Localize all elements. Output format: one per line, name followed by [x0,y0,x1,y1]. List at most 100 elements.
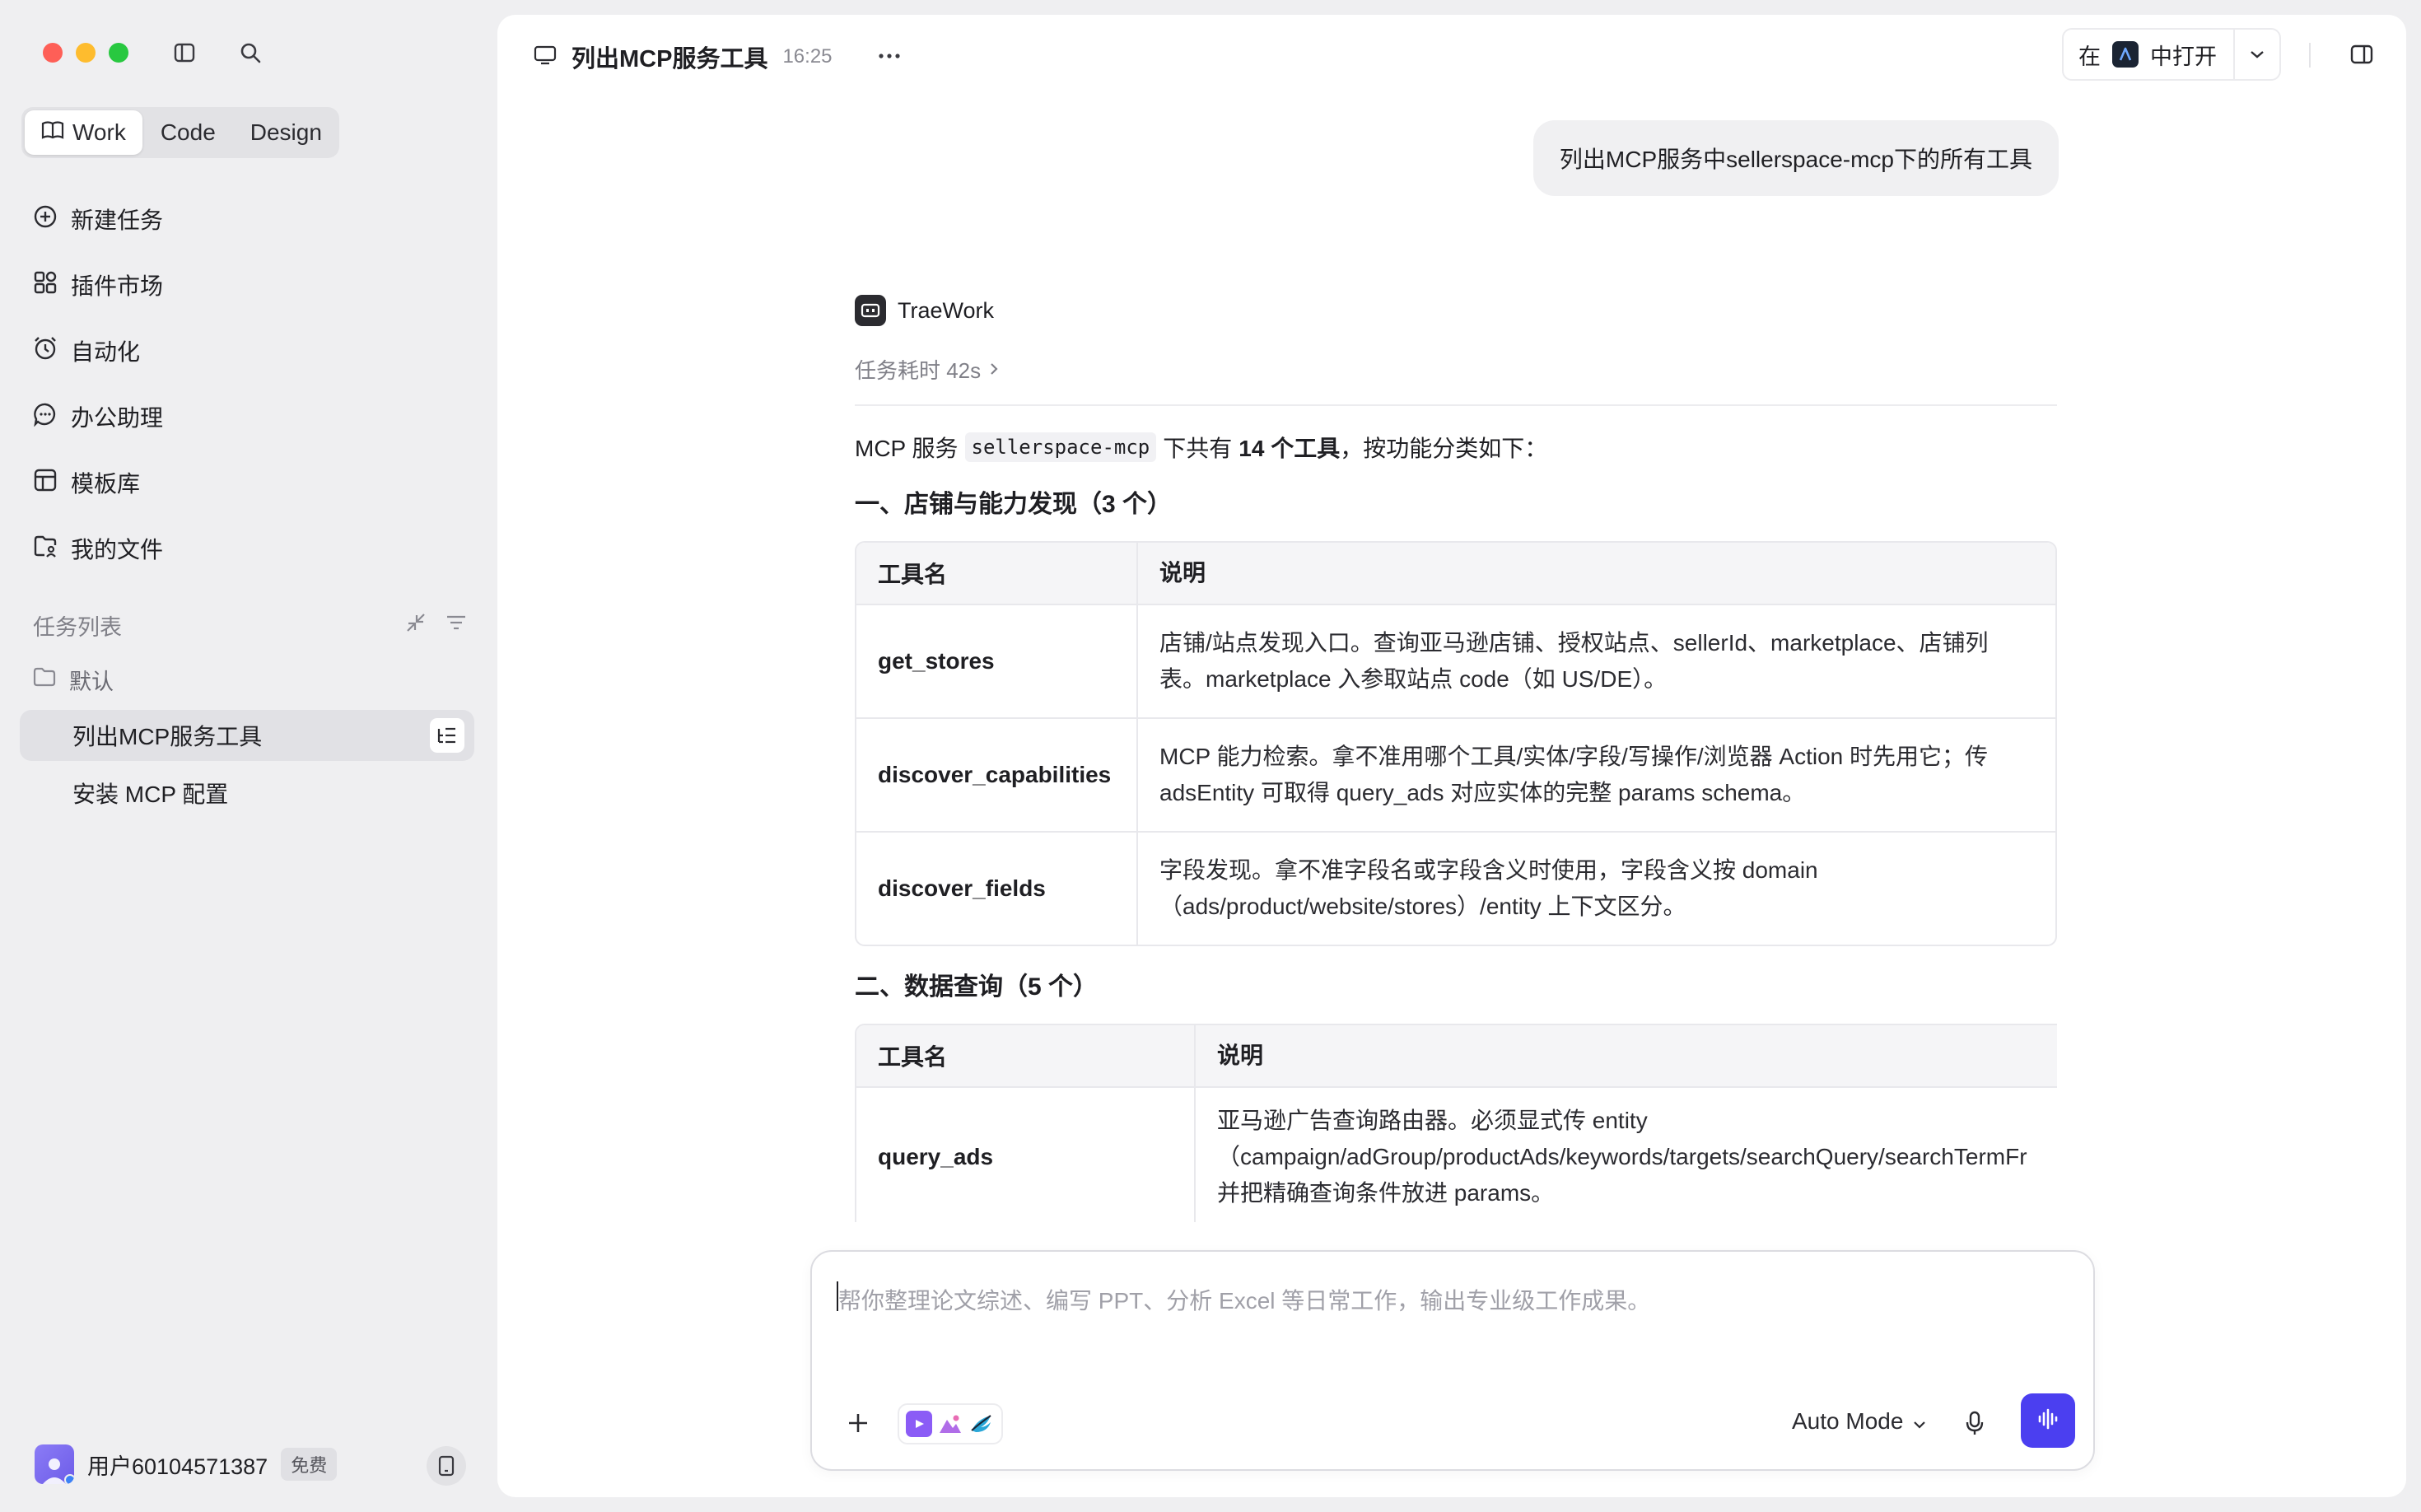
nav-template-library[interactable]: 模板库 [21,450,483,516]
media-tools-group[interactable] [898,1403,1003,1444]
image-icon[interactable] [937,1411,963,1437]
folder-default[interactable]: 默认 [33,664,114,696]
duration-text: 任务耗时 42s [855,358,982,383]
task-list-title: 任务列表 [33,615,122,640]
nav-label: 插件市场 [71,273,164,299]
template-icon [33,468,58,498]
mode-work-tab[interactable]: Work [25,110,142,155]
chevron-right-icon [989,357,999,382]
summary-post: ，按功能分类如下： [1340,436,1548,461]
table-header-row: 工具名 说明 [856,1025,2057,1086]
chat-bubble-icon [33,402,58,432]
close-window-button[interactable] [43,43,63,63]
search-icon[interactable] [236,38,265,68]
add-attachment-icon[interactable] [842,1407,875,1440]
tool-desc-cell: 字段发现。拿不准字段名或字段含义时使用，字段含义按 domain（ads/pro… [1159,857,1818,919]
nav-office-assistant[interactable]: 办公助理 [21,384,483,450]
book-icon [41,119,64,146]
avatar [35,1444,74,1484]
mode-selector[interactable]: Auto Mode [1792,1408,1926,1435]
message-composer: 帮你整理论文综述、编写 PPT、分析 Excel 等日常工作，输出专业级工作成果… [810,1250,2095,1471]
mobile-device-icon[interactable] [427,1446,466,1486]
voice-send-button[interactable] [2021,1393,2075,1448]
alarm-clock-icon [33,336,58,366]
zoom-window-button[interactable] [109,43,128,63]
tool-desc-cell: 店铺/站点发现入口。查询亚马逊店铺、授权站点、sellerId、marketpl… [1159,630,1989,692]
outline-list-icon[interactable] [430,718,464,753]
chevron-down-icon [1913,1408,1926,1435]
plus-circle-icon [33,204,58,235]
desc-line: （campaign/adGroup/productAds/keywords/ta… [1217,1144,2027,1169]
tool-name-cell: get_stores [856,605,1138,717]
user-profile[interactable]: 用户60104571387 免费 [35,1444,338,1484]
tool-name-cell: query_ads [856,1088,1196,1222]
sidebar-toggle-icon[interactable] [170,38,199,68]
nav-label: 模板库 [71,471,141,497]
summary-line: MCP 服务 sellerspace-mcp 下共有 14 个工具 ，按功能分类如… [855,431,2057,464]
table-header-row: 工具名 说明 [856,543,2055,604]
user-message-text: 列出MCP服务中sellerspace-mcp下的所有工具 [1559,147,2032,172]
summary-count: 14 个工具 [1238,436,1341,461]
section-heading: 一、店铺与能力发现（3 个） [855,491,1173,518]
agent-name: TraeWork [898,297,995,323]
mode-code-label: Code [160,119,216,145]
table-row: discover_capabilities MCP 能力检索。拿不准用哪个工具/… [856,717,2055,831]
table-row: get_stores 店铺/站点发现入口。查询亚马逊店铺、授权站点、seller… [856,604,2055,717]
folder-label: 默认 [69,670,114,694]
mode-code-tab[interactable]: Code [144,110,232,155]
desc-line: 并把精确查询条件放进 params。 [1217,1180,1555,1206]
nav-label: 新建任务 [71,208,164,233]
mode-switch: Work Code Design [21,107,339,158]
video-icon[interactable] [906,1411,932,1437]
nav-automation[interactable]: 自动化 [21,318,483,384]
composer-input[interactable]: 帮你整理论文综述、编写 PPT、分析 Excel 等日常工作，输出专业级工作成果… [838,1283,1650,1316]
folder-icon [33,667,56,693]
inline-code: sellerspace-mcp [964,432,1157,462]
divider [855,404,2057,406]
tool-desc-cell: 亚马逊广告查询路由器。必须显式传 entity （campaign/adGrou… [1196,1088,2057,1222]
main-panel: 列出MCP服务工具 16:25 在 中打开 列出MCP服务中sellerspac… [497,15,2406,1497]
table-row: query_ads 亚马逊广告查询路由器。必须显式传 entity （campa… [856,1086,2057,1222]
summary-mid: 下共有 [1163,436,1233,461]
user-name: 用户60104571387 [87,1454,268,1479]
agent-response: TraeWork 任务耗时 42s MCP 服务 sellerspace-mcp… [855,295,2057,1222]
mode-design-tab[interactable]: Design [234,110,338,155]
task-list-header: 任务列表 [33,609,468,642]
mode-design-label: Design [250,119,322,145]
traework-logo-icon [855,295,886,326]
column-header: 说明 [1159,560,1206,586]
conversation-scroll-area[interactable]: 列出MCP服务中sellerspace-mcp下的所有工具 TraeWork 任… [497,15,2406,1222]
sidebar: Work Code Design 新建任务 插件市场 自动化 办公助理 模板库 … [0,0,497,1512]
mode-work-label: Work [72,119,126,145]
audio-waveform-icon [2036,1408,2060,1434]
tool-name-cell: discover_capabilities [856,719,1138,831]
tool-name-cell: discover_fields [856,833,1138,945]
filter-icon[interactable] [445,612,468,639]
section-heading: 二、数据查询（5 个） [855,973,1099,1001]
nav-new-task[interactable]: 新建任务 [21,186,483,252]
task-item-install-mcp[interactable]: 安装 MCP 配置 [20,768,474,819]
bird-logo-icon[interactable] [968,1411,995,1437]
summary-pre: MCP 服务 [855,436,959,461]
column-header: 说明 [1217,1043,1264,1068]
nav-my-files[interactable]: 我的文件 [21,516,483,581]
user-message-bubble: 列出MCP服务中sellerspace-mcp下的所有工具 [1532,120,2059,196]
desc-line: 亚马逊广告查询路由器。必须显式传 entity [1217,1108,1648,1133]
collapse-icon[interactable] [405,612,427,639]
nav-label: 我的文件 [71,537,164,562]
task-item-list-mcp-tools[interactable]: 列出MCP服务工具 [20,710,474,761]
nav-label: 自动化 [71,339,141,365]
folder-user-icon [33,534,58,564]
online-status-dot [64,1474,74,1484]
agent-header: TraeWork [855,295,2057,326]
task-duration-toggle[interactable]: 任务耗时 42s [855,354,2057,385]
column-header: 工具名 [856,543,1138,604]
task-label: 列出MCP服务工具 [72,724,263,749]
minimize-window-button[interactable] [76,43,96,63]
nav-plugin-market[interactable]: 插件市场 [21,252,483,318]
column-header: 工具名 [856,1025,1196,1086]
nav-label: 办公助理 [71,405,164,431]
microphone-icon[interactable] [1958,1407,1991,1440]
tools-table: 工具名 说明 get_stores 店铺/站点发现入口。查询亚马逊店铺、授权站点… [855,541,2057,946]
window-controls [43,43,128,63]
